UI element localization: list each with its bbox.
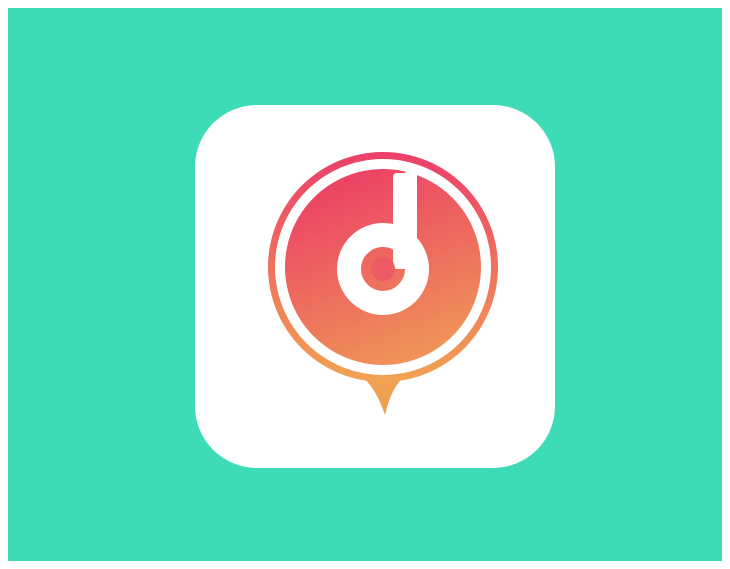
note-center-dot (371, 257, 395, 281)
music-note-pin-icon (268, 152, 498, 415)
app-icon-tile[interactable] (195, 105, 555, 468)
note-stem-fill (393, 173, 417, 269)
background (8, 8, 722, 561)
